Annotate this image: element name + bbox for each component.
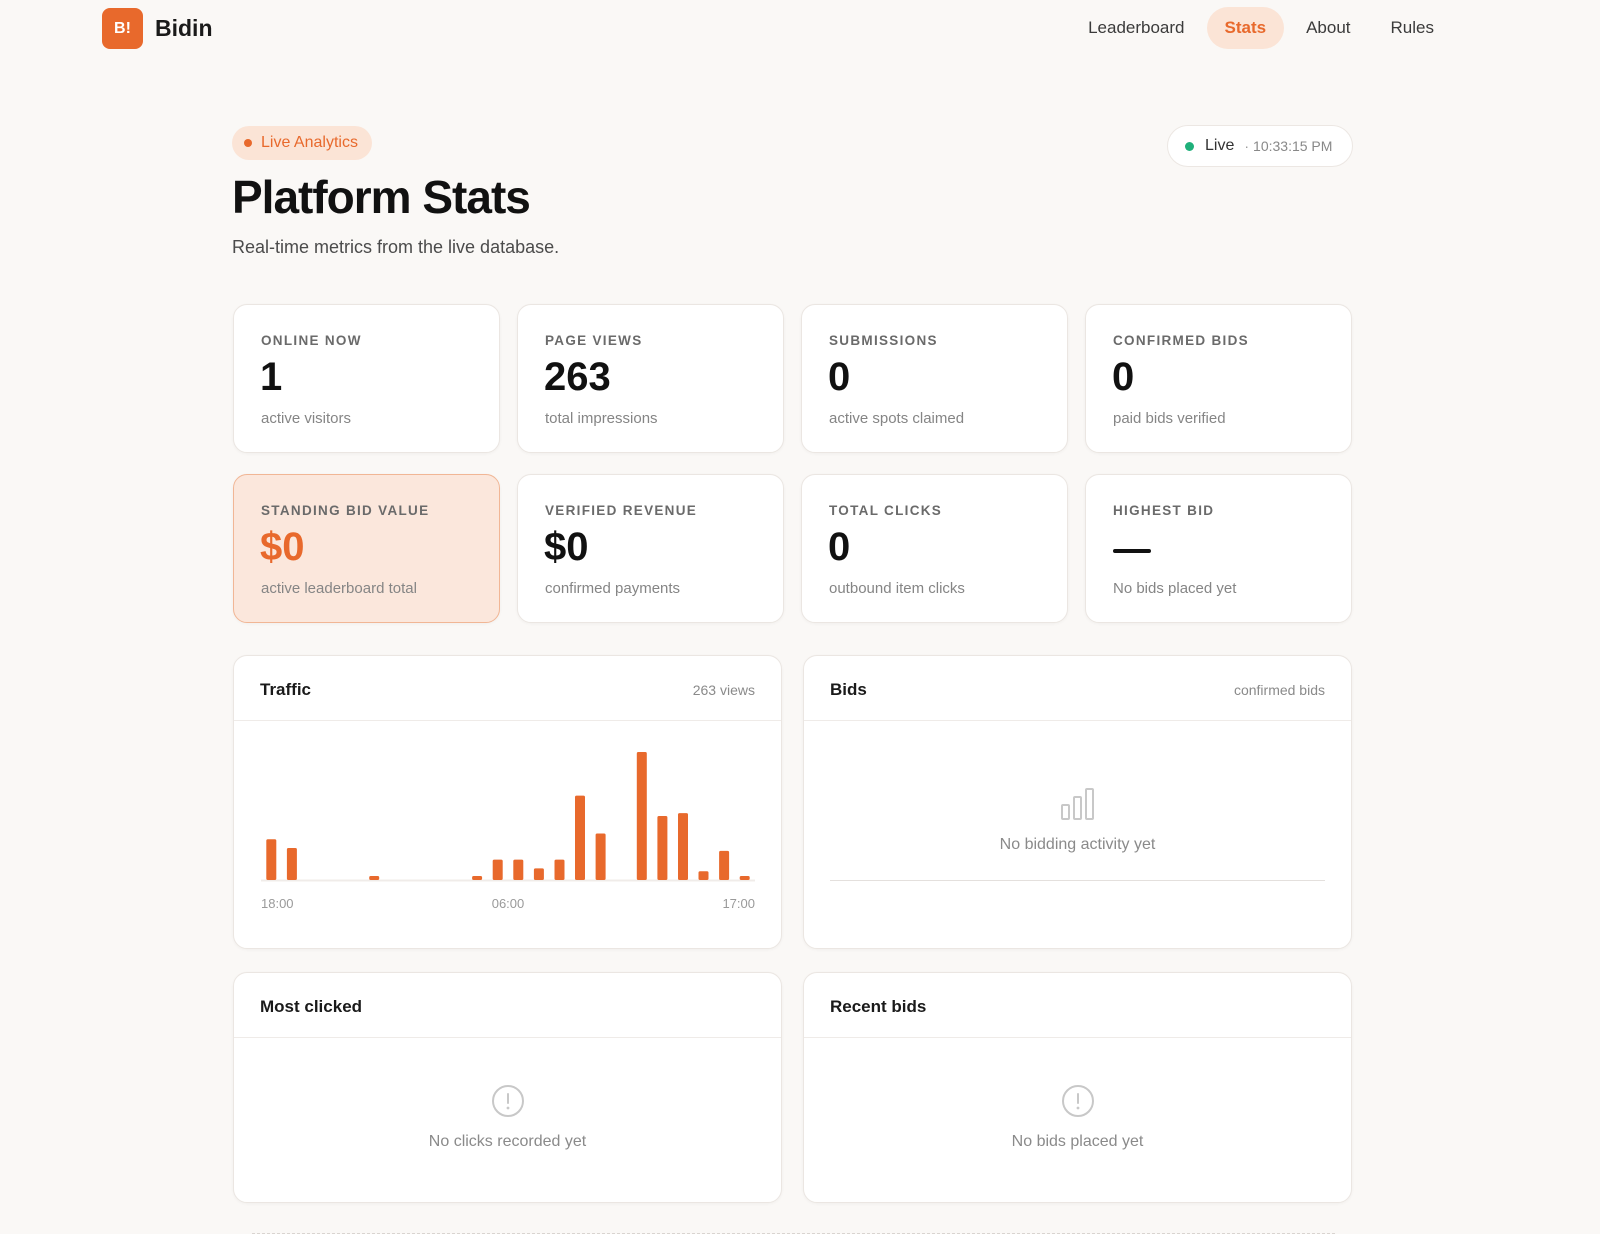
empty-value-dash <box>1113 549 1151 553</box>
traffic-chart: 18:00 06:00 17:00 <box>261 752 755 911</box>
traffic-bar-1700 <box>739 876 750 880</box>
stat-value: 263 <box>544 355 611 399</box>
stat-label: SUBMISSIONS <box>829 333 938 348</box>
panel-title: Recent bids <box>830 997 927 1016</box>
stat-caption: outbound item clicks <box>829 580 965 597</box>
page-title: Platform Stats <box>232 171 531 223</box>
nav-item-leaderboard[interactable]: Leaderboard <box>1070 7 1202 49</box>
stat-label: HIGHEST BID <box>1113 503 1215 518</box>
traffic-bar-1600 <box>719 850 730 880</box>
empty-state: No bidding activity yet <box>804 787 1351 854</box>
stat-caption: active leaderboard total <box>261 580 417 597</box>
stat-caption: active visitors <box>261 410 352 427</box>
bar-chart-icon <box>1060 788 1094 820</box>
x-tick-label: 18:00 <box>261 896 294 911</box>
traffic-bar-0800 <box>554 859 565 880</box>
traffic-bar-1500 <box>698 871 709 880</box>
live-separator: · <box>1244 138 1250 154</box>
stat-value: 0 <box>828 355 851 399</box>
x-tick-label: 17:00 <box>722 896 755 911</box>
panel-meta: confirmed bids <box>1233 682 1325 698</box>
info-alert-icon <box>491 1085 524 1117</box>
traffic-bar-0400 <box>472 876 483 880</box>
panel-header: Recent bids <box>804 973 1351 1038</box>
panel-title: Traffic <box>260 680 312 699</box>
empty-state-text: No bids placed yet <box>1011 1133 1144 1150</box>
panel-title: Most clicked <box>260 997 363 1016</box>
traffic-bar-1300 <box>657 816 668 880</box>
stat-caption: total impressions <box>545 410 658 427</box>
stat-card-submissions: SUBMISSIONS 0 active spots claimed <box>801 304 1068 453</box>
traffic-bar-1000 <box>595 833 606 880</box>
stat-value: 0 <box>828 525 851 569</box>
stat-card-highest-bid: HIGHEST BID No bids placed yet <box>1085 474 1352 623</box>
panel-meta: 263 views <box>692 682 755 698</box>
stat-card-confirmed-bids: CONFIRMED BIDS 0 paid bids verified <box>1085 304 1352 453</box>
traffic-bar-2300 <box>369 876 380 880</box>
traffic-bar-0500 <box>492 859 503 880</box>
empty-state-text: No clicks recorded yet <box>428 1133 587 1150</box>
stat-value: 1 <box>260 355 283 399</box>
stat-card-online-now: ONLINE NOW 1 active visitors <box>233 304 500 453</box>
stat-label: ONLINE NOW <box>261 333 362 348</box>
recent-bids-panel: Recent bids No bids placed yet <box>803 972 1352 1203</box>
brand[interactable]: B! Bidin <box>102 8 213 49</box>
baseline-divider <box>830 880 1325 881</box>
traffic-panel: Traffic 263 views 18:00 06:00 17:00 <box>233 655 782 949</box>
nav-item-stats[interactable]: Stats <box>1206 7 1285 49</box>
stat-card-standing-bid-value: STANDING BID VALUE $0 active leaderboard… <box>233 474 500 623</box>
stat-card-verified-revenue: VERIFIED REVENUE $0 confirmed payments <box>517 474 784 623</box>
x-tick-label: 06:00 <box>492 896 525 911</box>
badge-dot-icon <box>244 139 252 147</box>
stat-caption: No bids placed yet <box>1113 580 1237 597</box>
stat-label: TOTAL CLICKS <box>829 503 943 518</box>
empty-state: No bids placed yet <box>804 1084 1351 1151</box>
stat-value: $0 <box>544 525 589 569</box>
nav-item-rules[interactable]: Rules <box>1373 7 1452 49</box>
traffic-bar-1900 <box>286 848 297 880</box>
stat-value: 0 <box>1112 355 1135 399</box>
page-subtitle: Real-time metrics from the live database… <box>232 237 560 257</box>
empty-state-text: No bidding activity yet <box>999 836 1156 853</box>
brand-logo: B! <box>102 8 143 49</box>
bids-panel: Bids confirmed bids No bidding activity … <box>803 655 1352 949</box>
stat-card-total-clicks: TOTAL CLICKS 0 outbound item clicks <box>801 474 1068 623</box>
stat-label: PAGE VIEWS <box>545 333 643 348</box>
panel-title: Bids <box>830 680 867 699</box>
empty-state: No clicks recorded yet <box>234 1084 781 1151</box>
traffic-bar-1200 <box>636 752 647 880</box>
panel-header: Most clicked <box>234 973 781 1038</box>
stat-label: CONFIRMED BIDS <box>1113 333 1249 348</box>
live-dot-icon <box>1185 141 1194 151</box>
live-status-chip: Live · 10:33:15 PM <box>1167 125 1353 167</box>
stat-caption: paid bids verified <box>1113 410 1226 427</box>
stat-label: VERIFIED REVENUE <box>545 503 698 518</box>
most-clicked-panel: Most clicked No clicks recorded yet <box>233 972 782 1203</box>
nav-item-about[interactable]: About <box>1288 7 1368 49</box>
stat-value: $0 <box>260 525 305 569</box>
live-analytics-badge: Live Analytics <box>232 126 372 160</box>
badge-label: Live Analytics <box>261 134 358 151</box>
panel-header: Traffic 263 views <box>234 656 781 721</box>
traffic-bar-1800 <box>266 839 277 880</box>
live-label: Live <box>1205 137 1235 154</box>
brand-name: Bidin <box>155 15 213 41</box>
traffic-bar-0900 <box>575 795 585 880</box>
stat-label: STANDING BID VALUE <box>261 503 430 518</box>
main-nav: Leaderboard Stats About Rules <box>1070 7 1452 49</box>
top-navigation-bar: B! Bidin Leaderboard Stats About Rules <box>0 0 1600 56</box>
live-timestamp: 10:33:15 PM <box>1253 138 1333 154</box>
traffic-bar-0600 <box>513 859 524 880</box>
traffic-bar-1400 <box>678 813 688 880</box>
stat-card-page-views: PAGE VIEWS 263 total impressions <box>517 304 784 453</box>
stat-caption: active spots claimed <box>829 410 965 427</box>
info-alert-icon <box>1061 1085 1094 1117</box>
stat-caption: confirmed payments <box>545 580 681 597</box>
traffic-bar-0700 <box>533 868 544 880</box>
panel-header: Bids confirmed bids <box>804 656 1351 721</box>
